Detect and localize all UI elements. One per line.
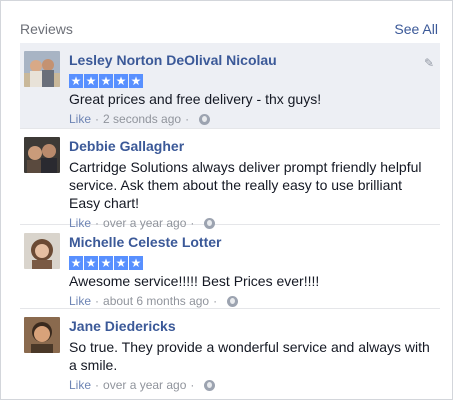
timestamp[interactable]: 2 seconds ago xyxy=(103,112,181,126)
star-icon: ★ xyxy=(84,74,98,88)
reviews-panel: Reviews See All Lesley Norton DeOlival N… xyxy=(0,0,453,400)
like-link[interactable]: Like xyxy=(69,112,91,126)
reviewer-name[interactable]: Michelle Celeste Lotter xyxy=(69,233,222,251)
separator-dot: · xyxy=(95,378,100,392)
star-icon: ★ xyxy=(99,256,113,270)
avatar[interactable] xyxy=(24,317,60,353)
star-rating: ★ ★ ★ ★ ★ xyxy=(69,74,432,88)
review-meta: Like · over a year ago · xyxy=(69,378,432,392)
review-item: Jane Diedericks So true. They provide a … xyxy=(20,309,440,397)
globe-icon xyxy=(204,379,216,391)
star-icon: ★ xyxy=(114,74,128,88)
reviewer-name[interactable]: Debbie Gallagher xyxy=(69,137,184,155)
like-link[interactable]: Like xyxy=(69,294,91,308)
avatar[interactable] xyxy=(24,51,60,87)
separator-dot: · xyxy=(185,112,190,126)
review-text: So true. They provide a wonderful servic… xyxy=(69,339,430,373)
separator-dot: · xyxy=(213,294,218,308)
review-body: Debbie Gallagher Cartridge Solutions alw… xyxy=(69,137,432,230)
review-item: Lesley Norton DeOlival Nicolau ★ ★ ★ ★ ★… xyxy=(20,43,440,129)
review-item: Debbie Gallagher Cartridge Solutions alw… xyxy=(20,129,440,230)
edit-pencil-icon[interactable]: ✎ xyxy=(424,57,436,69)
review-meta: Like · 2 seconds ago · xyxy=(69,112,432,126)
star-icon: ★ xyxy=(69,74,83,88)
reviews-header: Reviews See All xyxy=(1,1,452,43)
see-all-link[interactable]: See All xyxy=(394,21,438,37)
like-link[interactable]: Like xyxy=(69,378,91,392)
avatar[interactable] xyxy=(24,233,60,269)
star-icon: ★ xyxy=(129,74,143,88)
reviewer-name[interactable]: Jane Diedericks xyxy=(69,317,176,335)
review-text: Cartridge Solutions always deliver promp… xyxy=(69,159,422,211)
review-item: Michelle Celeste Lotter ★ ★ ★ ★ ★ Awesom… xyxy=(20,225,440,309)
review-text: Great prices and free delivery - thx guy… xyxy=(69,91,322,107)
review-text: Awesome service!!!!! Best Prices ever!!!… xyxy=(69,273,320,289)
timestamp[interactable]: over a year ago xyxy=(103,378,186,392)
reviews-list: Lesley Norton DeOlival Nicolau ★ ★ ★ ★ ★… xyxy=(20,43,440,397)
star-icon: ★ xyxy=(114,256,128,270)
separator-dot: · xyxy=(95,112,100,126)
review-body: Lesley Norton DeOlival Nicolau ★ ★ ★ ★ ★… xyxy=(69,51,432,126)
separator-dot: · xyxy=(95,294,100,308)
review-body: Michelle Celeste Lotter ★ ★ ★ ★ ★ Awesom… xyxy=(69,233,432,308)
star-icon: ★ xyxy=(99,74,113,88)
avatar[interactable] xyxy=(24,137,60,173)
review-body: Jane Diedericks So true. They provide a … xyxy=(69,317,432,392)
separator-dot: · xyxy=(190,378,195,392)
timestamp[interactable]: about 6 months ago xyxy=(103,294,209,308)
star-icon: ★ xyxy=(129,256,143,270)
globe-icon xyxy=(227,295,239,307)
star-icon: ★ xyxy=(84,256,98,270)
star-icon: ★ xyxy=(69,256,83,270)
reviews-title: Reviews xyxy=(20,21,73,37)
review-meta: Like · about 6 months ago · xyxy=(69,294,432,308)
star-rating: ★ ★ ★ ★ ★ xyxy=(69,256,432,270)
globe-icon xyxy=(199,113,211,125)
reviewer-name[interactable]: Lesley Norton DeOlival Nicolau xyxy=(69,51,277,69)
